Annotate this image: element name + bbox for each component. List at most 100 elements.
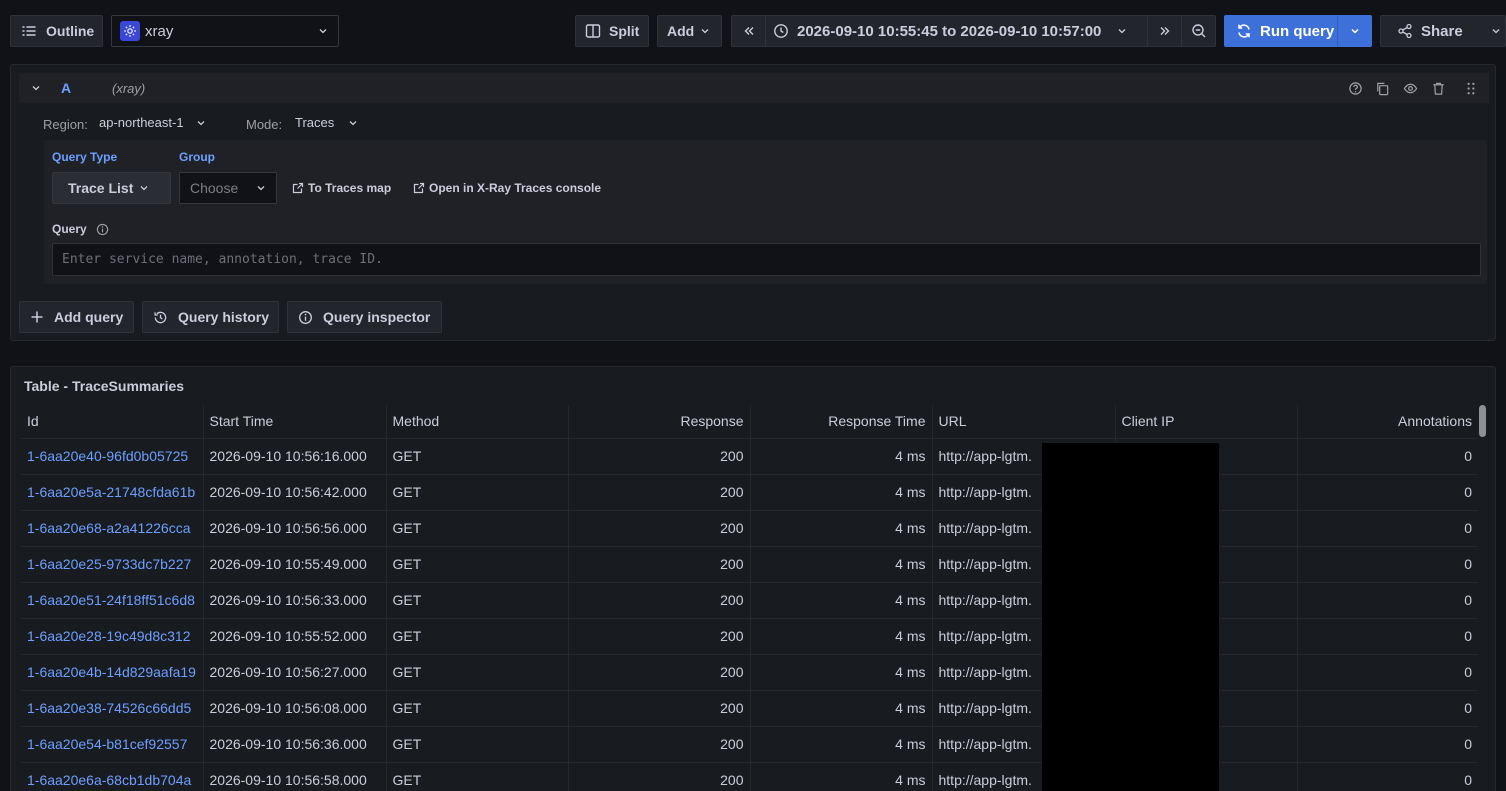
response-cell: 200 [568,726,751,763]
group-select[interactable]: Choose [179,172,277,204]
split-icon [585,23,601,39]
column-header-id[interactable]: Id [21,405,204,439]
external-link-icon [292,182,304,194]
chevron-down-icon [256,183,266,193]
annotations-cell: 0 [1297,438,1478,475]
refresh-icon [1236,23,1252,39]
query-type-select[interactable]: Trace List [52,172,171,204]
response-cell: 200 [568,474,751,511]
column-header-response[interactable]: Response [568,405,751,439]
method-cell: GET [386,654,569,691]
time-back-button[interactable] [732,16,766,46]
annotations-cell: 0 [1297,582,1478,619]
column-header-response-time[interactable]: Response Time [750,405,933,439]
region-value: ap-northeast-1 [99,115,184,130]
results-title: Table - TraceSummaries [24,378,185,394]
response-time-cell: 4 ms [750,546,933,583]
query-history-button[interactable]: Query history [142,301,279,333]
trash-icon[interactable] [1431,81,1446,96]
method-cell: GET [386,546,569,583]
chevrons-right-icon [1158,24,1172,38]
collapse-chevron-icon[interactable] [31,83,41,93]
response-time-cell: 4 ms [750,582,933,619]
run-query-label: Run query [1260,22,1335,40]
add-button[interactable]: Add [657,15,722,47]
column-header-annotations[interactable]: Annotations [1297,405,1478,439]
mode-select[interactable]: Traces [295,115,358,130]
annotations-cell: 0 [1297,474,1478,511]
trace-table: Id Start Time Method Response Response T… [21,405,1478,791]
response-cell: 200 [568,510,751,547]
mode-label: Mode: [246,117,283,132]
annotations-cell: 0 [1297,510,1478,547]
column-header-url[interactable]: URL [932,405,1116,439]
run-query-button[interactable]: Run query [1225,16,1339,46]
drag-handle-icon[interactable] [1465,81,1477,96]
column-header-method[interactable]: Method [386,405,569,439]
method-cell: GET [386,690,569,727]
add-query-button[interactable]: Add query [19,301,134,333]
time-range-picker[interactable]: 2026-09-10 10:55:45 to 2026-09-10 10:57:… [766,16,1148,46]
method-cell: GET [386,474,569,511]
xray-console-link[interactable]: Open in X-Ray Traces console [413,181,601,195]
column-header-client-ip[interactable]: Client IP [1115,405,1298,439]
trace-id-link[interactable]: 1-6aa20e28-19c49d8c312 [21,618,204,655]
trace-id-link[interactable]: 1-6aa20e5a-21748cfda61b [21,474,204,511]
eye-icon[interactable] [1403,81,1418,96]
method-cell: GET [386,438,569,475]
trace-id-link[interactable]: 1-6aa20e54-b81cef92557 [21,726,204,763]
query-history-label: Query history [178,309,270,325]
table-row: 1-6aa20e40-96fd0b05725 2026-09-10 10:56:… [21,438,1478,475]
response-cell: 200 [568,654,751,691]
trace-id-link[interactable]: 1-6aa20e38-74526c66dd5 [21,690,204,727]
query-options-box: Query Type Group Trace List Choose To Tr… [44,140,1487,284]
share-button[interactable]: Share [1380,15,1506,47]
split-button[interactable]: Split [575,15,649,47]
table-row: 1-6aa20e25-9733dc7b227 2026-09-10 10:55:… [21,546,1478,583]
annotations-cell: 0 [1297,546,1478,583]
query-ref-id[interactable]: A [61,80,71,96]
traces-map-link[interactable]: To Traces map [292,181,391,195]
chevron-down-icon [1117,26,1127,36]
table-scrollbar-thumb[interactable] [1479,405,1486,437]
annotations-cell: 0 [1297,726,1478,763]
start-time-cell: 2026-09-10 10:56:16.000 [203,438,387,475]
info-icon[interactable] [96,223,109,236]
query-input[interactable] [52,243,1481,276]
help-icon[interactable] [1348,81,1363,96]
trace-id-link[interactable]: 1-6aa20e40-96fd0b05725 [21,438,204,475]
query-label: Query [52,222,87,236]
annotations-cell: 0 [1297,762,1478,791]
trace-id-link[interactable]: 1-6aa20e51-24f18ff51c6d8 [21,582,204,619]
trace-id-link[interactable]: 1-6aa20e68-a2a41226cca [21,510,204,547]
time-forward-button[interactable] [1148,16,1182,46]
trace-id-link[interactable]: 1-6aa20e4b-14d829aafa19 [21,654,204,691]
trace-id-link[interactable]: 1-6aa20e25-9733dc7b227 [21,546,204,583]
column-header-start-time[interactable]: Start Time [203,405,387,439]
region-select[interactable]: ap-northeast-1 [99,115,206,130]
time-range-label: 2026-09-10 10:55:45 to 2026-09-10 10:57:… [797,22,1102,40]
start-time-cell: 2026-09-10 10:56:27.000 [203,654,387,691]
table-row: 1-6aa20e4b-14d829aafa19 2026-09-10 10:56… [21,654,1478,691]
info-icon [298,310,313,325]
chevron-down-icon [348,118,358,128]
start-time-cell: 2026-09-10 10:56:08.000 [203,690,387,727]
table-row: 1-6aa20e5a-21748cfda61b 2026-09-10 10:56… [21,474,1478,511]
copy-icon[interactable] [1375,81,1390,96]
results-panel: Table - TraceSummaries Id Start Time Met… [10,366,1496,791]
chevron-down-icon [139,183,149,193]
query-inspector-label: Query inspector [323,309,431,325]
datasource-picker[interactable]: xray [111,15,339,47]
chevron-down-icon [700,26,710,36]
annotations-cell: 0 [1297,690,1478,727]
start-time-cell: 2026-09-10 10:56:36.000 [203,726,387,763]
query-inspector-button[interactable]: Query inspector [287,301,442,333]
chevron-down-icon [318,26,328,36]
run-query-options-button[interactable] [1338,16,1371,46]
trace-id-link[interactable]: 1-6aa20e6a-68cb1db704a [21,762,204,791]
add-query-label: Add query [54,309,124,325]
outline-button[interactable]: Outline [10,15,103,47]
start-time-cell: 2026-09-10 10:56:33.000 [203,582,387,619]
external-link-icon [413,182,425,194]
zoom-out-button[interactable] [1182,16,1215,46]
